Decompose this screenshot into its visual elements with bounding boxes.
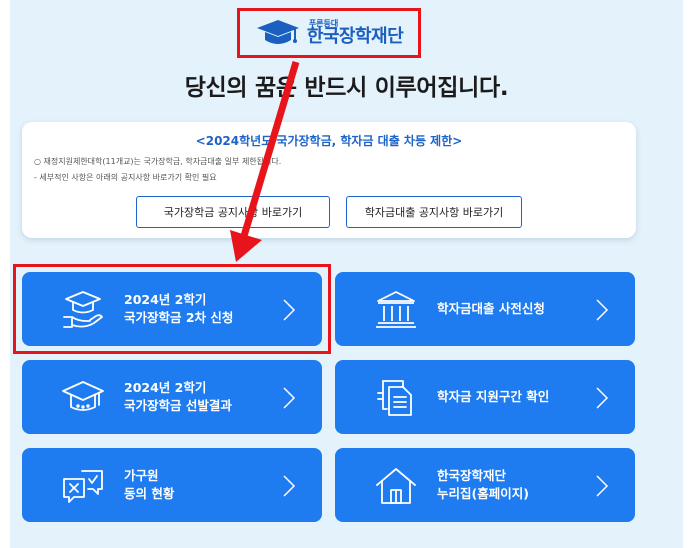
document-list-icon [377,380,412,416]
tile-scholarship-result[interactable]: 2024년 2학기 국가장학금 선발결과 [22,360,322,434]
graduation-hand-icon [63,291,103,328]
bank-building-icon [376,291,416,328]
logo-title: 한국장학재단 [306,26,404,47]
tile-loan-preapply[interactable]: 학자금대출 사전신청 [335,272,635,346]
tile-household-consent[interactable]: 가구원 동의 현황 [22,448,322,522]
tile-line-1: 가구원 [124,468,159,483]
tile-line-1: 학자금 지원구간 확인 [437,389,550,404]
logo-cap-icon [256,20,299,44]
notice-line-2: - 세부적인 사항은 아래의 공지사항 바로가기 확인 필요 [34,173,217,182]
tile-line-2: 국가장학금 2차 신청 [124,310,234,325]
loan-notice-button[interactable]: 학자금대출 공지사항 바로가기 [346,196,522,228]
logo-text: 푸른등대 한국장학재단 [306,20,404,47]
chevron-right-icon [596,387,609,409]
tile-line-2: 동의 현황 [124,486,175,501]
check-chat-icon [63,470,103,503]
home-icon [376,468,416,504]
tile-scholarship-apply[interactable]: 2024년 2학기 국가장학금 2차 신청 [22,272,322,346]
tile-text: 학자금대출 사전신청 [437,272,545,346]
tile-text: 2024년 2학기 국가장학금 2차 신청 [124,272,233,346]
tile-line-2: 국가장학금 선발결과 [124,398,232,413]
tile-support-bracket[interactable]: 학자금 지원구간 확인 [335,360,635,434]
tile-line-1: 한국장학재단 [437,468,507,483]
tile-line-1: 2024년 2학기 [124,292,207,307]
chevron-right-icon [596,475,609,497]
tile-text: 한국장학재단 누리집(홈페이지) [437,448,529,522]
graduation-cap-icon [62,381,104,411]
chevron-right-icon [596,299,609,321]
tile-text: 가구원 동의 현황 [124,448,174,522]
tile-text: 학자금 지원구간 확인 [437,360,549,434]
tile-line-1: 학자금대출 사전신청 [437,301,545,316]
page-headline: 당신의 꿈은 반드시 이루어집니다. [184,75,509,101]
notice-title: <2024학년도 국가장학금, 학자금 대출 차등 제한> [195,134,463,148]
tile-line-2: 누리집(홈페이지) [437,486,529,501]
logo[interactable]: 푸른등대 한국장학재단 [237,8,421,58]
chevron-right-icon [283,475,296,497]
tile-text: 2024년 2학기 국가장학금 선발결과 [124,360,232,434]
notice-line-1: ○ 재정지원제한대학(11개교)는 국가장학금, 학자금대출 일부 제한됩니다. [34,157,282,166]
scholarship-notice-button[interactable]: 국가장학금 공지사항 바로가기 [136,196,330,228]
tile-homepage[interactable]: 한국장학재단 누리집(홈페이지) [335,448,635,522]
chevron-right-icon [283,387,296,409]
chevron-right-icon [283,299,296,321]
tile-line-1: 2024년 2학기 [124,380,207,395]
